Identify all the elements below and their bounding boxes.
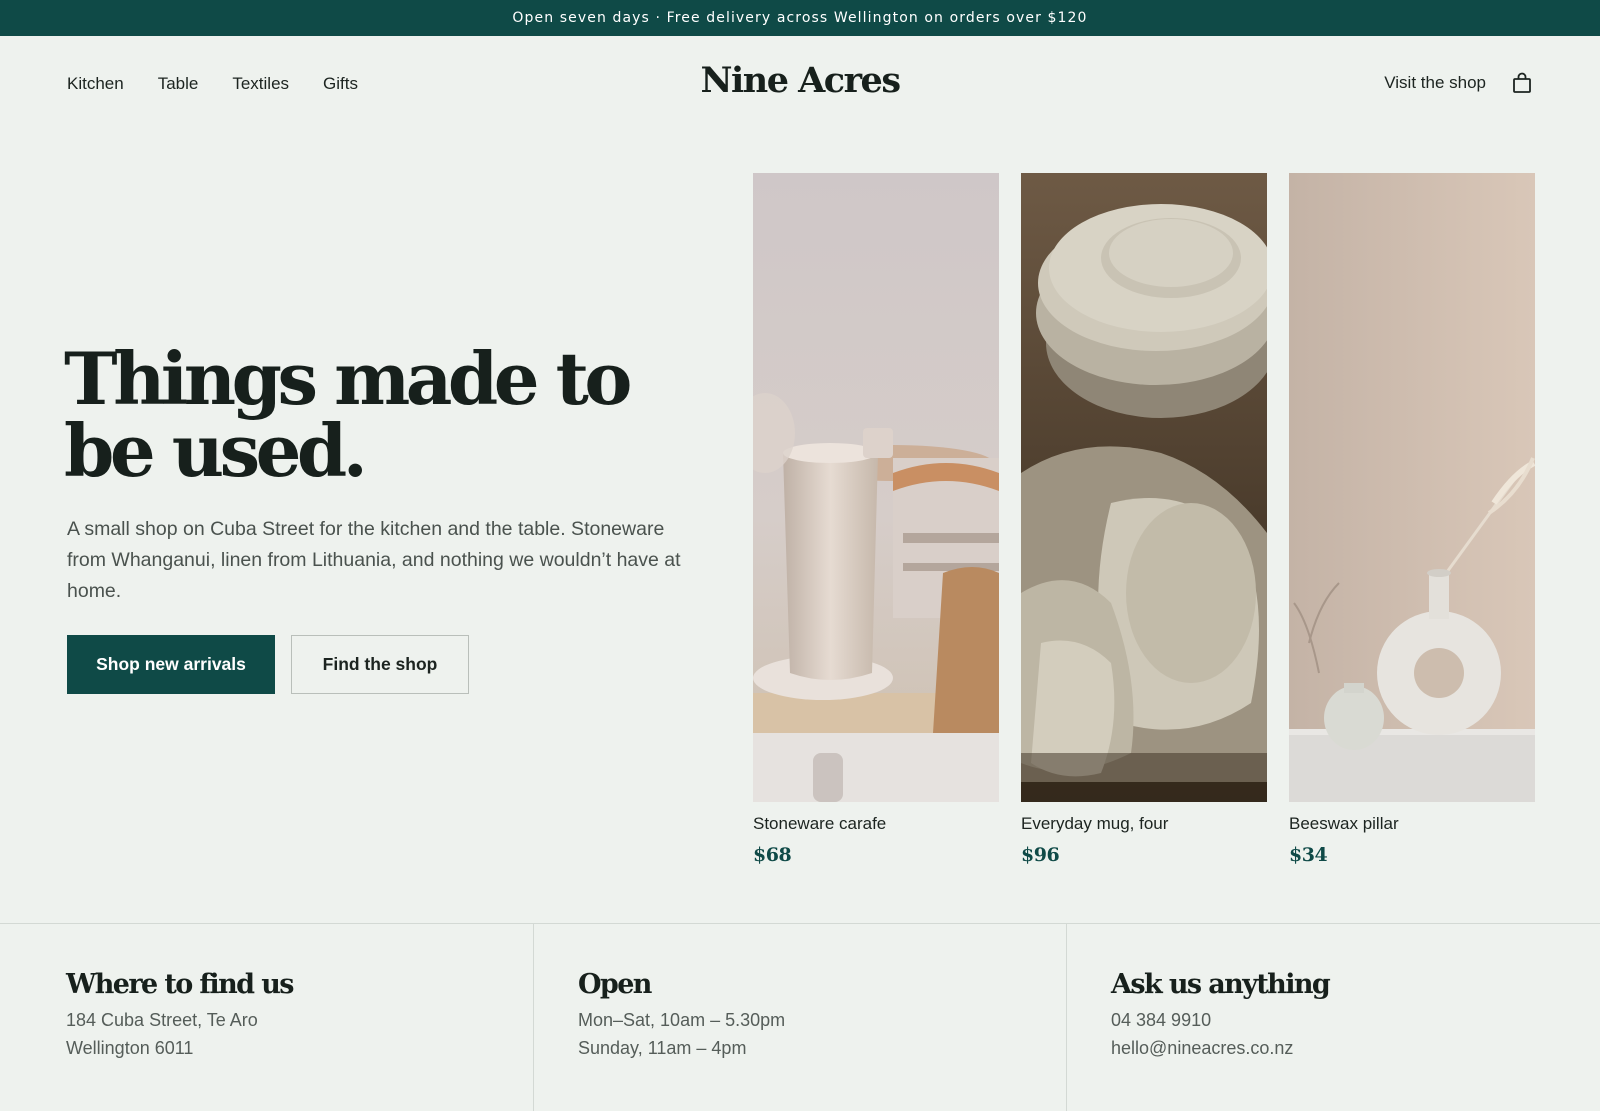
- info-footer: Where to find us 184 Cuba Street, Te Aro…: [0, 923, 1600, 1111]
- find-the-shop-button[interactable]: Find the shop: [291, 635, 469, 694]
- product-card[interactable]: Stoneware carafe $68: [753, 173, 999, 866]
- phone-number[interactable]: 04 384 9910: [1111, 1006, 1600, 1034]
- hours-column: Open Mon–Sat, 10am – 5.30pm Sunday, 11am…: [533, 924, 1066, 1111]
- product-name[interactable]: Stoneware carafe: [753, 814, 999, 834]
- address-line: 184 Cuba Street, Te Aro: [66, 1010, 258, 1030]
- product-card[interactable]: Everyday mug, four $96: [1021, 173, 1267, 866]
- announcement-text: Open seven days · Free delivery across W…: [512, 10, 1088, 26]
- product-name[interactable]: Everyday mug, four: [1021, 814, 1267, 834]
- hours-line: Mon–Sat, 10am – 5.30pm: [578, 1010, 786, 1030]
- announcement-bar: Open seven days · Free delivery across W…: [0, 0, 1600, 36]
- location-heading: Where to find us: [66, 969, 294, 1000]
- nav-link-gifts[interactable]: Gifts: [323, 74, 358, 94]
- contact-heading: Ask us anything: [1111, 969, 1331, 1000]
- email-address[interactable]: hello@nineacres.co.nz: [1111, 1034, 1600, 1062]
- product-price: $34: [1289, 844, 1328, 866]
- location-column: Where to find us 184 Cuba Street, Te Aro…: [0, 924, 533, 1111]
- nav-link-textiles[interactable]: Textiles: [232, 74, 289, 94]
- visit-shop-link[interactable]: Visit the shop: [1384, 73, 1486, 93]
- shopping-bag-icon[interactable]: [1512, 72, 1532, 94]
- product-price: $96: [1021, 844, 1060, 866]
- product-image-carafe[interactable]: [753, 173, 999, 802]
- hours-heading: Open: [578, 969, 652, 1000]
- hero-description: A small shop on Cuba Street for the kitc…: [67, 518, 681, 602]
- product-image-vase[interactable]: [1289, 173, 1535, 802]
- category-nav: Kitchen Table Textiles Gifts: [67, 74, 358, 94]
- nav-link-kitchen[interactable]: Kitchen: [67, 74, 124, 94]
- hero-headline: Things made to be used.: [64, 336, 632, 493]
- utility-nav: Visit the shop: [1384, 72, 1532, 94]
- nav-link-table[interactable]: Table: [158, 74, 199, 94]
- shop-new-arrivals-button[interactable]: Shop new arrivals: [67, 635, 275, 694]
- product-name[interactable]: Beeswax pillar: [1289, 814, 1535, 834]
- product-price: $68: [753, 844, 792, 866]
- hours-line: Sunday, 11am – 4pm: [578, 1038, 747, 1058]
- product-image-mugs[interactable]: [1021, 173, 1267, 802]
- contact-column: Ask us anything 04 384 9910 hello@nineac…: [1066, 924, 1600, 1111]
- address-line: Wellington 6011: [66, 1038, 194, 1058]
- product-card[interactable]: Beeswax pillar $34: [1289, 173, 1535, 866]
